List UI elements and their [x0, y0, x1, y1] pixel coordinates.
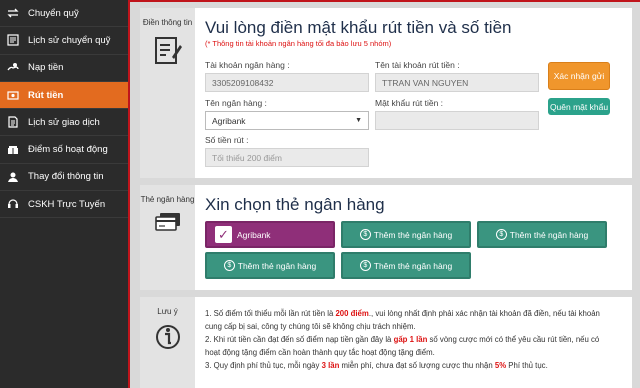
password-label: Mật khẩu rút tiền : — [375, 98, 444, 108]
add-bank-label: Thêm thẻ ngân hàng — [373, 229, 453, 240]
sidebar: Chuyển quỹ Lịch sử chuyển quỹ Nạp tiền R… — [0, 0, 128, 388]
sidebar-item-label: Lịch sử chuyển quỹ — [28, 34, 111, 46]
account-number-label: Tài khoản ngân hàng : — [205, 60, 290, 70]
history-icon — [7, 34, 19, 47]
bank-card-label: Agribank — [237, 229, 271, 240]
sidebar-item-label: Lịch sử giao dịch — [28, 116, 100, 128]
account-name-field[interactable]: TTRAN VAN NGUYEN — [375, 73, 539, 92]
section-side-label: Điền thông tin — [142, 18, 193, 27]
section-side-panel: Điền thông tin — [140, 8, 195, 178]
sidebar-item-transfer[interactable]: Chuyển quỹ — [0, 0, 128, 28]
bank-card-list: ✓ Agribank $ Thêm thẻ ngân hàng $ Thêm t… — [205, 221, 622, 283]
add-bank-label: Thêm thẻ ngân hàng — [237, 260, 317, 271]
section-side-panel: Thẻ ngân hàng — [140, 185, 195, 290]
warning-icon — [155, 325, 180, 349]
bank-card-agribank[interactable]: ✓ Agribank — [205, 221, 335, 248]
bank-card-icon — [154, 213, 180, 231]
coin-icon: $ — [223, 260, 235, 271]
add-bank-label: Thêm thẻ ngân hàng — [373, 260, 453, 271]
sidebar-item-activity-score[interactable]: Điểm số hoạt động — [0, 136, 128, 164]
document-icon — [7, 116, 19, 128]
content-border-top — [128, 0, 640, 2]
confirm-submit-button[interactable]: Xác nhận gửi — [548, 62, 610, 90]
note-line: hoạt động tặng điểm cần hoàn thành quy t… — [205, 348, 435, 357]
bank-name-select[interactable]: Agribank ▼ — [205, 111, 369, 130]
sidebar-item-label: Điểm số hoạt động — [28, 144, 108, 156]
withdraw-form: Tài khoản ngân hàng : 3305209108432 Tên … — [205, 48, 622, 173]
sidebar-item-transaction-history[interactable]: Lịch sử giao dịch — [0, 109, 128, 137]
section-body: Vui lòng điền mật khẩu rút tiền và số ti… — [195, 8, 632, 178]
chevron-down-icon: ▼ — [355, 117, 362, 124]
note-line: 1. Số điểm tối thiểu mỗi lần rút tiền là… — [205, 309, 600, 318]
sidebar-item-deposit[interactable]: Nạp tiền — [0, 55, 128, 82]
sidebar-item-withdraw[interactable]: Rút tiền — [0, 81, 128, 110]
note-line: 3. Quy định phí thủ tục, mỗi ngày 3 lần … — [205, 361, 548, 370]
bank-name-value: Agribank — [212, 115, 246, 126]
support-icon — [7, 198, 19, 210]
deposit-icon — [7, 62, 19, 74]
add-bank-card-button[interactable]: $ Thêm thẻ ngân hàng — [205, 252, 335, 279]
withdraw-info-section: Điền thông tin Vui lòng điền mật khẩu rú… — [140, 8, 632, 178]
content-border-left — [128, 0, 130, 388]
sidebar-item-label: CSKH Trực Tuyến — [28, 198, 106, 210]
account-name-label: Tên tài khoản rút tiền : — [375, 60, 460, 70]
sidebar-item-transfer-history[interactable]: Lịch sử chuyển quỹ — [0, 27, 128, 55]
add-bank-card-button[interactable]: $ Thêm thẻ ngân hàng — [477, 221, 607, 248]
sidebar-item-support[interactable]: CSKH Trực Tuyến — [0, 191, 128, 219]
coin-icon: $ — [359, 260, 371, 271]
checkmark-icon: ✓ — [215, 226, 232, 243]
sidebar-item-label: Chuyển quỹ — [28, 7, 79, 19]
withdraw-icon — [7, 89, 19, 101]
bank-card-section: Thẻ ngân hàng Xin chọn thẻ ngân hàng ✓ A… — [140, 185, 632, 290]
sidebar-item-label: Rút tiền — [28, 89, 64, 101]
amount-label: Số tiền rút : — [205, 135, 249, 145]
main-content: Điền thông tin Vui lòng điền mật khẩu rú… — [140, 8, 632, 388]
section-body: Xin chọn thẻ ngân hàng ✓ Agribank $ Thêm… — [195, 185, 632, 290]
amount-input[interactable]: Tối thiểu 200 điểm — [205, 148, 369, 167]
score-icon — [7, 144, 19, 156]
note-line: cung cấp bị sai, công ty chúng tôi sẽ kh… — [205, 322, 416, 331]
section-side-label: Lưu ý — [157, 307, 178, 316]
add-bank-card-button[interactable]: $ Thêm thẻ ngân hàng — [341, 252, 471, 279]
sidebar-item-label: Thay đổi thông tin — [28, 171, 104, 183]
withdraw-password-field[interactable] — [375, 111, 539, 130]
coin-icon: $ — [495, 229, 507, 240]
section-note: (* Thông tin tài khoản ngân hàng tối đa … — [205, 39, 392, 48]
account-number-field[interactable]: 3305209108432 — [205, 73, 369, 92]
add-bank-card-button[interactable]: $ Thêm thẻ ngân hàng — [341, 221, 471, 248]
section-side-label: Thẻ ngân hàng — [140, 195, 195, 204]
forgot-password-button[interactable]: Quên mật khẩu — [548, 98, 610, 115]
bank-name-label: Tên ngân hàng : — [205, 98, 267, 108]
edit-form-icon — [154, 37, 182, 64]
notes-body: 1. Số điểm tối thiểu mỗi lần rút tiền là… — [195, 297, 632, 388]
section-title: Vui lòng điền mật khẩu rút tiền và số ti… — [205, 18, 512, 37]
transfer-icon — [7, 7, 19, 19]
notes-section: Lưu ý 1. Số điểm tối thiểu mỗi lần rút t… — [140, 297, 632, 388]
sidebar-item-label: Nạp tiền — [28, 62, 64, 74]
add-bank-label: Thêm thẻ ngân hàng — [509, 229, 589, 240]
section-side-panel: Lưu ý — [140, 297, 195, 388]
note-line: 2. Khi rút tiền cần đạt đến số điểm nạp … — [205, 335, 600, 344]
user-icon — [7, 171, 19, 183]
section-title: Xin chọn thẻ ngân hàng — [205, 195, 385, 214]
sidebar-item-change-info[interactable]: Thay đổi thông tin — [0, 164, 128, 192]
coin-icon: $ — [359, 229, 371, 240]
